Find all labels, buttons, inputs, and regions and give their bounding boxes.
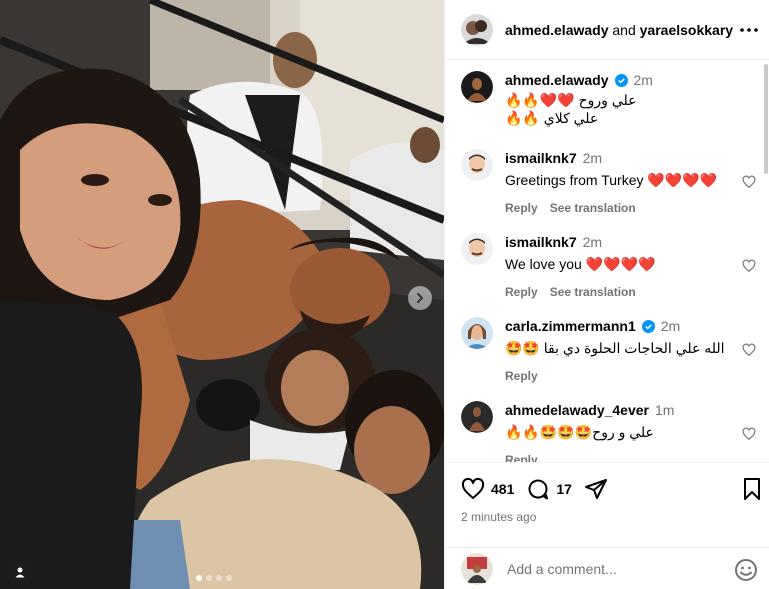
see-translation-button[interactable]: See translation bbox=[550, 285, 636, 299]
comment-time: 2m bbox=[582, 150, 603, 166]
post-footer: 481 17 2 minutes ago bbox=[445, 462, 769, 589]
comment-text: Greetings from Turkey ❤️❤️❤️❤️ bbox=[505, 172, 718, 188]
comment-bubble-icon[interactable] bbox=[526, 477, 550, 501]
likes-count[interactable]: 481 bbox=[491, 481, 514, 497]
comment-time: 2m bbox=[660, 318, 681, 334]
header-conjunction: and bbox=[612, 21, 636, 38]
post-timestamp[interactable]: 2 minutes ago bbox=[461, 510, 536, 524]
reply-button[interactable]: Reply bbox=[505, 285, 538, 299]
like-comment-icon[interactable] bbox=[742, 427, 756, 441]
commenter-avatar[interactable] bbox=[461, 317, 493, 349]
share-plane-icon[interactable] bbox=[584, 477, 608, 501]
post-caption: ahmed.elawady 2m علي وروح ❤️❤️🔥🔥 علي كلا… bbox=[461, 71, 756, 127]
like-comment-icon[interactable] bbox=[742, 259, 756, 273]
tagged-users-button[interactable] bbox=[8, 560, 32, 584]
verified-badge-icon bbox=[614, 73, 628, 87]
like-comment-icon[interactable] bbox=[742, 343, 756, 357]
author-avatar[interactable] bbox=[461, 13, 493, 46]
comment-text: علي و روح🤩🤩🤩🔥🔥 bbox=[505, 424, 654, 440]
bookmark-icon[interactable] bbox=[740, 477, 764, 501]
carousel-dot bbox=[206, 575, 212, 581]
verified-badge-icon bbox=[641, 319, 655, 333]
caption-line-2: علي كلاي 🔥🔥 bbox=[505, 110, 599, 126]
chevron-right-icon bbox=[417, 293, 423, 303]
carousel-next-button[interactable] bbox=[408, 286, 432, 310]
collaborator-username[interactable]: yaraelsokkary bbox=[640, 22, 733, 38]
commenter-avatar[interactable] bbox=[461, 401, 493, 433]
add-comment-input[interactable] bbox=[507, 561, 727, 577]
comments-list[interactable]: ahmed.elawady 2m علي وروح ❤️❤️🔥🔥 علي كلا… bbox=[445, 60, 769, 462]
comments-count[interactable]: 17 bbox=[556, 481, 572, 497]
comment-item: ismailknk7 2m Greetings from Turkey ❤️❤️… bbox=[461, 149, 756, 215]
like-heart-icon[interactable] bbox=[461, 477, 485, 501]
photo-scene bbox=[0, 0, 444, 589]
commenter-avatar[interactable] bbox=[461, 149, 493, 181]
reply-button[interactable]: Reply bbox=[505, 453, 538, 462]
add-comment-bar bbox=[445, 547, 769, 589]
reply-button[interactable]: Reply bbox=[505, 369, 538, 383]
post-side-panel: ahmed.elawady and yaraelsokkary ahmed.el… bbox=[444, 0, 769, 589]
comment-username[interactable]: ahmedelawady_4ever bbox=[505, 402, 649, 418]
user-tag-icon bbox=[15, 567, 25, 578]
header-title: ahmed.elawady and yaraelsokkary bbox=[505, 22, 733, 38]
more-horizontal-icon bbox=[740, 28, 758, 32]
comment-username[interactable]: ismailknk7 bbox=[505, 150, 577, 166]
comment-username[interactable]: ismailknk7 bbox=[505, 234, 577, 250]
action-bar: 481 17 bbox=[461, 477, 608, 501]
carousel-dot bbox=[216, 575, 222, 581]
reply-button[interactable]: Reply bbox=[505, 201, 538, 215]
comment-text: We love you ❤️❤️❤️❤️ bbox=[505, 256, 656, 272]
carousel-dot-active bbox=[196, 575, 202, 581]
comment-item: ahmedelawady_4ever 1m علي و روح🤩🤩🤩🔥🔥 Rep… bbox=[461, 401, 756, 462]
caption-line-1: علي وروح ❤️❤️🔥🔥 bbox=[505, 92, 637, 108]
comment-text: الله علي الحاجات الحلوة دي بقا 🤩🤩 bbox=[505, 340, 725, 356]
comments-scrollbar[interactable] bbox=[764, 64, 768, 174]
post-photo[interactable] bbox=[0, 0, 444, 589]
author-username[interactable]: ahmed.elawady bbox=[505, 22, 609, 38]
post-header: ahmed.elawady and yaraelsokkary bbox=[445, 0, 769, 60]
commenter-avatar[interactable] bbox=[461, 233, 493, 265]
comment-item: carla.zimmermann1 2m الله علي الحاجات ال… bbox=[461, 317, 756, 383]
more-options-button[interactable] bbox=[736, 18, 762, 42]
see-translation-button[interactable]: See translation bbox=[550, 201, 636, 215]
comment-time: 1m bbox=[654, 402, 675, 418]
current-user-avatar bbox=[461, 553, 493, 585]
carousel-dot bbox=[226, 575, 232, 581]
emoji-icon[interactable] bbox=[734, 558, 758, 582]
caption-avatar[interactable] bbox=[461, 71, 493, 103]
comment-time: 2m bbox=[582, 234, 603, 250]
caption-time: 2m bbox=[633, 72, 653, 88]
comment-username[interactable]: carla.zimmermann1 bbox=[505, 318, 636, 334]
comment-item: ismailknk7 2m We love you ❤️❤️❤️❤️ Reply… bbox=[461, 233, 756, 299]
caption-username[interactable]: ahmed.elawady bbox=[505, 72, 609, 88]
carousel-indicator bbox=[196, 575, 232, 581]
like-comment-icon[interactable] bbox=[742, 175, 756, 189]
